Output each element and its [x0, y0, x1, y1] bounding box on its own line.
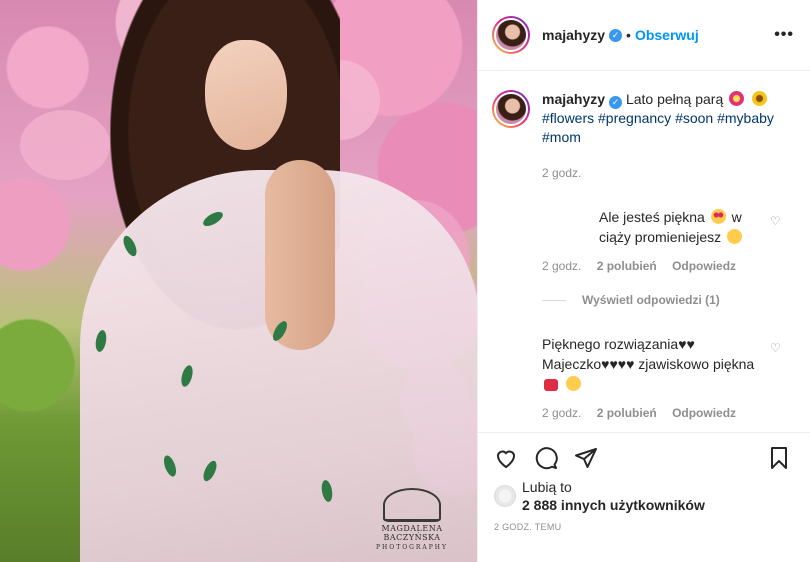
- comment-reply-button[interactable]: Odpowiedz: [672, 406, 736, 420]
- photo-face: [205, 40, 287, 150]
- author-avatar[interactable]: [492, 16, 530, 54]
- sunflower-emoji-icon: [752, 91, 768, 106]
- comment-time[interactable]: 2 godz.: [542, 259, 581, 273]
- caption-avatar[interactable]: [492, 90, 530, 128]
- comments-section[interactable]: majahyzy ✓ Lato pełną parą #flowers #preg…: [478, 72, 810, 432]
- author-username[interactable]: majahyzy: [542, 27, 605, 43]
- comment-item: Ale jesteś piękna w ciąży promieniejesz …: [478, 207, 810, 247]
- heart-icon[interactable]: [494, 446, 518, 470]
- comment-meta: 2 godz. 2 polubień Odpowiedz: [542, 259, 810, 273]
- post-timestamp[interactable]: 2 GODZ. TEMU: [494, 522, 561, 532]
- follow-button[interactable]: Obserwuj: [635, 27, 699, 43]
- verified-icon: ✓: [609, 96, 623, 109]
- comment-like-heart-icon[interactable]: ♡: [770, 342, 783, 354]
- caption-hashtags[interactable]: #flowers #pregnancy #soon #mybaby #mom: [542, 110, 774, 145]
- comment-text: Ale jesteś piękna: [599, 209, 705, 225]
- caption-meta: 2 godz.: [542, 166, 810, 180]
- view-replies-button[interactable]: Wyświetl odpowiedzi (1): [542, 293, 810, 307]
- watermark-name: MAGDALENA BACZYŃSKA: [381, 524, 443, 542]
- post-side-panel: majahyzy ✓ • Obserwuj ••• majahyzy ✓ Lato…: [477, 0, 810, 562]
- comment-item: Pięknego rozwiązania♥♥ Majeczko♥♥♥♥ zjaw…: [478, 334, 810, 394]
- caption-time[interactable]: 2 godz.: [542, 166, 581, 180]
- comment-reply-button[interactable]: Odpowiedz: [672, 259, 736, 273]
- comment-text: Pięknego rozwiązania♥♥ Majeczko♥♥♥♥ zjaw…: [542, 336, 755, 372]
- more-options-icon[interactable]: •••: [774, 26, 794, 44]
- replies-divider: [542, 299, 566, 301]
- header-separator: •: [626, 27, 631, 43]
- caption-text: Lato pełną parą: [625, 91, 724, 107]
- post-header: majahyzy ✓ • Obserwuj •••: [478, 0, 810, 71]
- likes-prefix: Lubią to: [522, 479, 572, 495]
- likes-count-link[interactable]: 2 888 innych użytkowników: [522, 497, 705, 513]
- share-icon[interactable]: [574, 446, 598, 470]
- likes-summary: Lubią to 2 888 innych użytkowników: [494, 478, 705, 514]
- view-replies-label: Wyświetl odpowiedzi (1): [582, 293, 720, 307]
- heart-eyes-emoji-icon: [710, 209, 726, 224]
- verified-icon: ✓: [609, 28, 623, 42]
- smile-emoji-icon: [727, 229, 743, 244]
- comment-time[interactable]: 2 godz.: [542, 406, 581, 420]
- bookmark-icon[interactable]: [767, 446, 791, 470]
- comment-meta: 2 godz. 2 polubień Odpowiedz: [542, 406, 810, 420]
- post-photo[interactable]: MAGDALENA BACZYŃSKA PHOTOGRAPHY: [0, 0, 477, 562]
- comment-icon[interactable]: [534, 446, 558, 470]
- post-actions: [478, 432, 810, 482]
- photographer-watermark: MAGDALENA BACZYŃSKA PHOTOGRAPHY: [353, 488, 471, 551]
- liker-avatar[interactable]: [494, 485, 516, 507]
- post-caption: majahyzy ✓ Lato pełną parą #flowers #preg…: [478, 72, 810, 147]
- comment-likes[interactable]: 2 polubień: [597, 406, 657, 420]
- hibiscus-emoji-icon: [729, 91, 745, 106]
- instagram-post: MAGDALENA BACZYŃSKA PHOTOGRAPHY majahyzy…: [0, 0, 810, 562]
- comment-like-heart-icon[interactable]: ♡: [770, 215, 783, 227]
- comment-likes[interactable]: 2 polubień: [597, 259, 657, 273]
- kiss-emoji-icon: [565, 376, 581, 391]
- tree-logo-icon: [383, 488, 441, 522]
- red-heart-emoji-icon: [544, 379, 558, 391]
- watermark-subtitle: PHOTOGRAPHY: [376, 544, 448, 551]
- photo-arm: [265, 160, 335, 350]
- caption-username[interactable]: majahyzy: [542, 91, 605, 107]
